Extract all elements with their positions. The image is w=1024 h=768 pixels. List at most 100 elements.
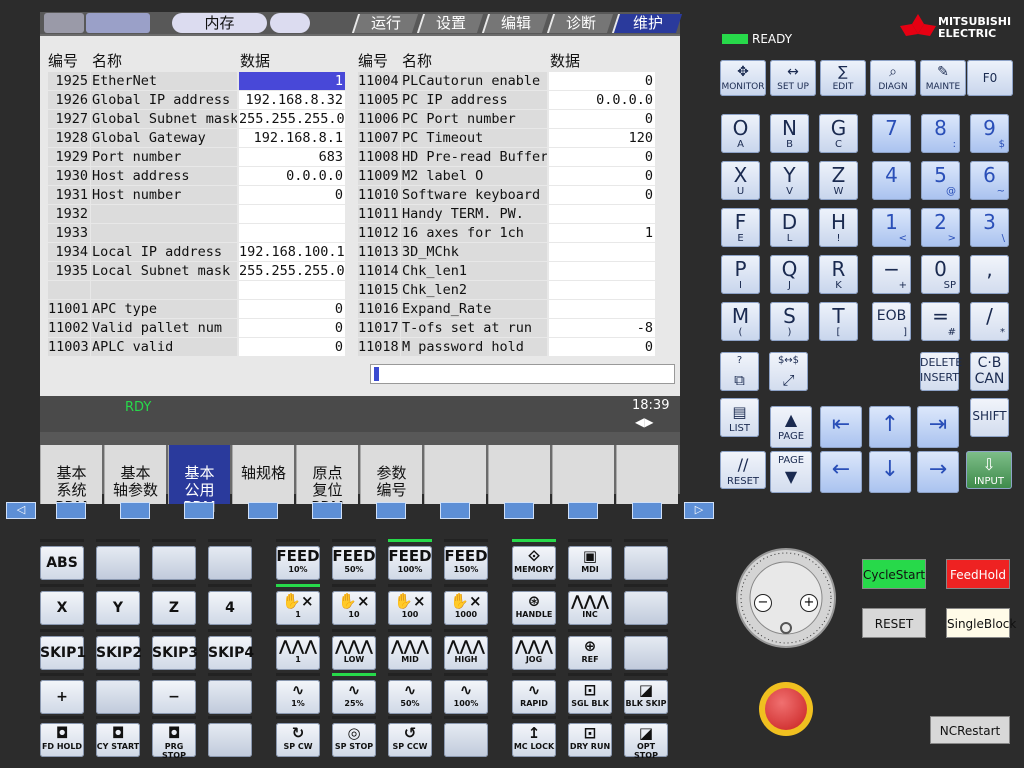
panel-button[interactable]: SKIP4 xyxy=(208,636,254,670)
panel-button[interactable]: ⋀⋀⋀ 1 xyxy=(276,636,320,670)
panel-button[interactable]: Y xyxy=(96,591,140,625)
alpha-key[interactable]: DL xyxy=(770,208,809,247)
panel-button[interactable]: ◘ FD HOLD xyxy=(40,723,84,757)
panel-button[interactable] xyxy=(96,680,140,714)
panel-button[interactable]: FEED 150% xyxy=(444,546,488,580)
num-key[interactable]: 1 < xyxy=(872,208,911,247)
panel-button[interactable]: ∿ 100% xyxy=(444,680,488,714)
num-key[interactable]: 4 xyxy=(872,161,911,200)
shift-key[interactable]: SHIFT xyxy=(970,398,1009,437)
param-value[interactable] xyxy=(549,243,655,261)
alpha-key[interactable]: QJ xyxy=(770,255,809,294)
param-value[interactable] xyxy=(239,224,345,242)
param-value[interactable] xyxy=(549,281,655,299)
softkey-prev-icon[interactable]: ◁ xyxy=(6,502,36,519)
panel-button[interactable]: FEED 10% xyxy=(276,546,320,580)
swap-key[interactable]: $↔$ ⤢ xyxy=(769,352,808,391)
panel-button[interactable]: SKIP2 xyxy=(96,636,142,670)
param-value[interactable]: 0 xyxy=(549,148,655,166)
panel-button[interactable]: SKIP3 xyxy=(152,636,198,670)
home-key[interactable]: ⇤ xyxy=(820,406,862,448)
handwheel-grip-icon[interactable] xyxy=(780,622,792,634)
num-key[interactable]: 2 > xyxy=(921,208,960,247)
menu-key[interactable] xyxy=(552,445,614,504)
param-row[interactable]: 11001 APC type 0 xyxy=(48,300,348,319)
arrow-left-key[interactable]: ← xyxy=(820,451,862,493)
cb-can-key[interactable]: C·B CAN xyxy=(970,352,1009,391)
end-key[interactable]: ⇥ xyxy=(917,406,959,448)
monitor-key[interactable]: ✥ MONITOR xyxy=(720,60,766,96)
tab-edit[interactable]: 编辑 xyxy=(481,14,549,33)
panel-button[interactable]: ⊡ SGL BLK xyxy=(568,680,612,714)
panel-button[interactable] xyxy=(624,546,668,580)
panel-button[interactable] xyxy=(624,591,668,625)
param-row[interactable]: 11009 M2 label O0 xyxy=(358,167,658,186)
param-value[interactable]: 0 xyxy=(549,338,655,356)
panel-button[interactable]: ⟐ MEMORY xyxy=(512,546,556,580)
num-key[interactable]: 5 @ xyxy=(921,161,960,200)
param-row[interactable]: 11004 PLCautorun enable 0 xyxy=(358,72,658,91)
softkey[interactable] xyxy=(568,502,598,519)
param-row[interactable]: 1932 xyxy=(48,205,348,224)
panel-button[interactable] xyxy=(208,723,252,757)
panel-button[interactable]: ↥ MC LOCK xyxy=(512,723,556,757)
softkey[interactable] xyxy=(312,502,342,519)
param-row[interactable]: 11013 3D_MChk xyxy=(358,243,658,262)
param-value[interactable]: 0 xyxy=(239,186,345,204)
panel-button[interactable] xyxy=(208,680,252,714)
panel-button[interactable]: ◪ BLK SKIP xyxy=(624,680,668,714)
param-row[interactable]: 11014 Chk_len1 xyxy=(358,262,658,281)
panel-button[interactable]: ⋀⋀⋀ HIGH xyxy=(444,636,488,670)
panel-button[interactable]: ✋× 10 xyxy=(332,591,376,625)
panel-button[interactable]: ⋀⋀⋀ MID xyxy=(388,636,432,670)
param-row[interactable]: 1926 Global IP address 192.168.8.32 xyxy=(48,91,348,110)
panel-button[interactable]: ◘ PRG STOP xyxy=(152,723,196,760)
num-key[interactable]: EOB] xyxy=(872,302,911,341)
page-up-key[interactable]: ▲ PAGE xyxy=(770,406,812,448)
tab-diagn[interactable]: 诊断 xyxy=(546,14,614,33)
param-value[interactable] xyxy=(239,205,345,223)
softkey[interactable] xyxy=(632,502,662,519)
softkey[interactable] xyxy=(184,502,214,519)
param-row[interactable]: 11010 Software keyboard 0 xyxy=(358,186,658,205)
panel-button[interactable]: ◪ OPT STOP xyxy=(624,723,668,760)
panel-button[interactable]: Z xyxy=(152,591,196,625)
num-key[interactable]: 9 $ xyxy=(970,114,1009,153)
param-row[interactable]: 1931 Host number 0 xyxy=(48,186,348,205)
param-row[interactable]: 1935 Local Subnet mask 255.255.255.0 xyxy=(48,262,348,281)
menu-key[interactable]: 原点复位PRM xyxy=(296,445,358,516)
calculator-key[interactable]: ? ⧉ xyxy=(720,352,759,391)
machine-reset-button[interactable]: RESET xyxy=(862,608,926,638)
menu-key[interactable] xyxy=(424,445,486,504)
panel-button[interactable]: ∿ RAPID xyxy=(512,680,556,714)
softkey[interactable] xyxy=(504,502,534,519)
tab-setup[interactable]: 设置 xyxy=(416,14,484,33)
alpha-key[interactable]: OA xyxy=(721,114,760,153)
param-value[interactable]: -8 xyxy=(549,319,655,337)
alpha-key[interactable]: XU xyxy=(721,161,760,200)
num-key[interactable]: − + xyxy=(872,255,911,294)
alpha-key[interactable]: S) xyxy=(770,302,809,341)
panel-button[interactable]: ✋× 100 xyxy=(388,591,432,625)
input-line[interactable] xyxy=(370,364,675,384)
panel-button[interactable]: − xyxy=(152,680,196,714)
param-value[interactable] xyxy=(549,205,655,223)
emergency-stop[interactable] xyxy=(759,682,813,736)
param-value[interactable]: 0 xyxy=(549,72,655,90)
menu-key[interactable] xyxy=(616,445,678,504)
panel-button[interactable]: ⊛ HANDLE xyxy=(512,591,556,625)
param-value[interactable]: 1 xyxy=(549,224,655,242)
panel-button[interactable]: ⋀⋀⋀ LOW xyxy=(332,636,376,670)
param-value[interactable]: 0 xyxy=(549,186,655,204)
param-row[interactable]: 11018 M password hold 0 xyxy=(358,338,658,357)
alpha-key[interactable]: ZW xyxy=(819,161,858,200)
param-row[interactable]: 1929 Port number 683 xyxy=(48,148,348,167)
param-value[interactable]: 0 xyxy=(549,110,655,128)
alpha-key[interactable]: H! xyxy=(819,208,858,247)
reset-key[interactable]: //RESET xyxy=(720,451,766,489)
param-value[interactable] xyxy=(549,300,655,318)
arrow-down-key[interactable]: ↓ xyxy=(869,451,911,493)
nc-restart-button[interactable]: NCRestart xyxy=(930,716,1010,744)
softkey[interactable] xyxy=(440,502,470,519)
param-row[interactable]: 1933 xyxy=(48,224,348,243)
